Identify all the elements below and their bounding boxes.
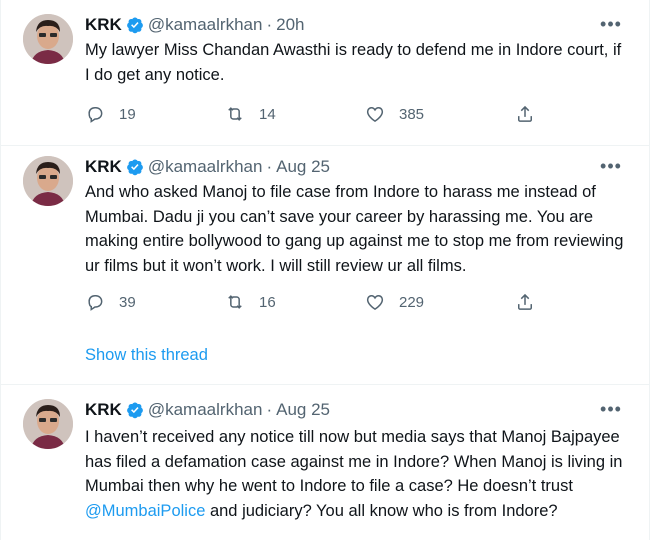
retweet-count: 14 <box>259 105 276 123</box>
timestamp[interactable]: Aug 25 <box>276 399 330 421</box>
show-thread-link[interactable]: Show this thread <box>85 344 208 366</box>
author-name[interactable]: KRK <box>85 399 122 421</box>
more-icon[interactable]: ••• <box>599 400 623 423</box>
author-handle[interactable]: @kamaalrkhan <box>148 14 263 36</box>
avatar[interactable] <box>23 399 73 449</box>
like-count: 229 <box>399 293 425 311</box>
author-name[interactable]: KRK <box>85 156 122 178</box>
timestamp[interactable]: 20h <box>276 14 304 36</box>
author-name[interactable]: KRK <box>85 14 122 36</box>
reply-count: 39 <box>119 293 136 311</box>
share-button[interactable] <box>515 102 549 126</box>
tweet-text: And who asked Manoj to file case from In… <box>85 183 624 275</box>
tweet-text-part: I haven’t received any notice till now b… <box>85 428 623 495</box>
like-count: 385 <box>399 105 425 123</box>
mention-link[interactable]: @MumbaiPolice <box>85 502 205 520</box>
like-icon <box>366 294 384 310</box>
avatar[interactable] <box>23 14 73 64</box>
like-button[interactable]: 385 <box>365 102 424 126</box>
reply-button[interactable]: 19 <box>85 102 136 126</box>
reply-icon <box>88 295 103 311</box>
like-icon <box>366 106 384 122</box>
tweet-text: I haven’t received any notice till now b… <box>85 425 625 523</box>
reply-count: 19 <box>119 105 136 123</box>
separator-dot: · <box>266 15 273 34</box>
more-icon[interactable]: ••• <box>599 15 623 38</box>
separator-dot: · <box>266 400 273 419</box>
retweet-count: 16 <box>259 293 276 311</box>
like-button[interactable]: 229 <box>365 290 424 314</box>
verified-badge-icon <box>126 158 144 176</box>
retweet-icon <box>228 295 242 309</box>
tweet-actions: 19 14 385 <box>85 102 545 126</box>
verified-badge-icon <box>126 401 144 419</box>
retweet-button[interactable]: 16 <box>225 290 276 314</box>
author-handle[interactable]: @kamaalrkhan <box>148 399 263 421</box>
retweet-button[interactable]: 14 <box>225 102 276 126</box>
more-icon[interactable]: ••• <box>599 157 623 180</box>
retweet-icon <box>228 107 242 121</box>
reply-button[interactable]: 39 <box>85 290 136 314</box>
timestamp[interactable]: Aug 25 <box>276 156 330 178</box>
share-icon <box>518 293 532 310</box>
tweet[interactable]: KRK @kamaalrkhan · Aug 25 ••• And who as… <box>1 146 650 384</box>
share-button[interactable] <box>515 290 549 314</box>
tweet-text: My lawyer Miss Chandan Awasthi is ready … <box>85 41 622 84</box>
tweet[interactable]: KRK @kamaalrkhan · Aug 25 ••• I haven’t … <box>1 385 650 540</box>
tweet-text-part: and judiciary? You all know who is from … <box>205 501 558 520</box>
tweet[interactable]: KRK @kamaalrkhan · 20h ••• My lawyer Mis… <box>1 0 650 145</box>
tweet-actions: 39 16 229 <box>85 290 545 314</box>
avatar[interactable] <box>23 156 73 206</box>
share-icon <box>518 105 532 122</box>
author-handle[interactable]: @kamaalrkhan <box>148 156 263 178</box>
tweet-feed: KRK @kamaalrkhan · 20h ••• My lawyer Mis… <box>0 0 650 540</box>
verified-badge-icon <box>126 16 144 34</box>
separator-dot: · <box>266 157 273 176</box>
reply-icon <box>88 107 103 123</box>
